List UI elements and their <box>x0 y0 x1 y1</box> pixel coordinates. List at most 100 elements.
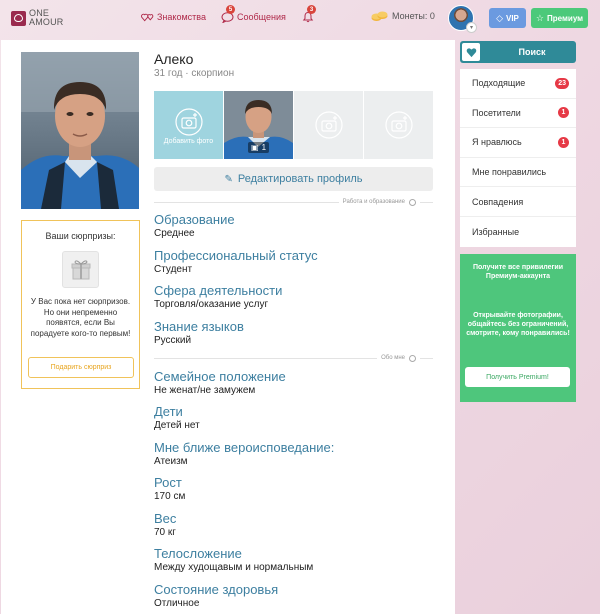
profile-photo[interactable] <box>21 52 139 209</box>
field-label: Сфера деятельности <box>154 283 283 298</box>
field-value: Не женат/не замужем <box>154 385 256 396</box>
nav-dating[interactable]: Знакомства <box>141 11 206 23</box>
section-label-about: Обо мне <box>381 355 405 361</box>
field-value: Отличное <box>154 598 200 609</box>
hearts-icon <box>141 13 154 22</box>
field-marital: Семейное положение Не женат/не замужем <box>154 369 286 397</box>
section-label-work: Работа и образование <box>342 199 405 205</box>
person-icon <box>409 354 416 362</box>
field-religion: Мне ближе вероисповедание: Атеизм <box>154 440 334 468</box>
sidebar-item-matching[interactable]: Подходящие 23 <box>460 69 576 99</box>
field-height: Рост 170 см <box>154 475 185 503</box>
field-value: 170 см <box>154 491 186 502</box>
logo-line-2: AMOUR <box>29 17 64 27</box>
profile-card: Ваши сюрпризы: У Вас пока нет сюрпризов.… <box>1 40 455 614</box>
edit-profile-button[interactable]: ✎ Редактировать профиль <box>154 167 433 191</box>
sidebar-menu: Подходящие 23 Посетители 1 Я нравлюсь 1 … <box>460 69 576 247</box>
camera-add-icon <box>314 111 343 139</box>
field-education: Образование Среднее <box>154 212 235 240</box>
photo-count: ▣ 1 <box>248 142 270 153</box>
profile-photo-image <box>21 52 139 209</box>
field-prof-status: Профессиональный статус Студент <box>154 248 318 276</box>
nav-messages[interactable]: 5 Сообщения <box>221 5 286 24</box>
coins-label: Монеты: 0 <box>392 11 435 21</box>
field-value: Русский <box>154 335 192 346</box>
messages-badge: 5 <box>226 5 235 14</box>
site-logo[interactable]: ONE AMOUR <box>11 9 64 27</box>
profile-name: Алеко <box>154 51 194 67</box>
vip-button[interactable]: ◇ VIP <box>489 8 526 28</box>
search-button[interactable]: Поиск <box>460 41 576 63</box>
sidebar-item-label: Подходящие <box>472 78 526 89</box>
message-icon: 5 <box>221 5 235 24</box>
add-photo-tile[interactable]: Добавить фото <box>154 91 223 159</box>
nav-messages-label: Сообщения <box>237 12 286 22</box>
count-badge: 23 <box>555 77 569 89</box>
star-icon: ☆ <box>535 12 544 23</box>
empty-photo-slot[interactable] <box>294 91 363 159</box>
field-build: Телосложение Между худощавым и нормальны… <box>154 546 313 574</box>
promo-title: Получите все привилегии Премиум-аккаунта <box>472 264 564 280</box>
field-label: Образование <box>154 212 235 227</box>
field-languages: Знание языков Русский <box>154 319 244 347</box>
field-label: Семейное положение <box>154 369 286 384</box>
field-weight: Вес 70 кг <box>154 511 176 539</box>
coins-icon <box>371 11 388 21</box>
sidebar-item-visitors[interactable]: Посетители 1 <box>460 99 576 129</box>
camera-icon: ▣ <box>251 143 259 152</box>
photo-thumbnail[interactable]: ▣ 1 <box>224 91 293 159</box>
field-value: Среднее <box>154 228 195 239</box>
section-divider-work: Работа и образование <box>154 197 433 207</box>
field-label: Знание языков <box>154 319 244 334</box>
logo-heart-icon <box>11 10 26 26</box>
field-label: Профессиональный статус <box>154 248 318 263</box>
photo-count-value: 1 <box>261 143 267 152</box>
field-value: Торговля/оказание услуг <box>154 299 269 310</box>
premium-button[interactable]: ☆ Премиум <box>531 8 588 28</box>
field-label: Дети <box>154 404 183 419</box>
sidebar-item-label: Мне понравились <box>472 167 547 178</box>
camera-add-icon <box>384 111 413 139</box>
diamond-icon: ◇ <box>496 12 503 23</box>
field-label: Рост <box>154 475 182 490</box>
gift-placeholder-icon <box>62 251 99 288</box>
user-avatar[interactable]: ▾ <box>448 5 477 33</box>
sidebar-item-favorites[interactable]: Избранные <box>460 217 576 247</box>
count-badge: 1 <box>558 107 569 119</box>
premium-label: Премиум <box>547 13 584 23</box>
field-value: 70 кг <box>154 527 176 538</box>
field-children: Дети Детей нет <box>154 404 200 432</box>
field-value: Атеизм <box>154 456 188 467</box>
edit-profile-label: Редактировать профиль <box>237 173 363 185</box>
coins-balance[interactable]: Монеты: 0 <box>371 10 435 22</box>
top-header: ONE AMOUR Знакомства 5 Сообщения 3 Монет… <box>0 0 600 38</box>
notifications-badge: 3 <box>307 5 316 14</box>
nav-notifications[interactable]: 3 <box>302 5 318 23</box>
promo-text: Открывайте фотографии, общайтесь без огр… <box>466 312 570 337</box>
sidebar-item-label: Я нравлюсь <box>472 137 522 148</box>
chevron-down-icon[interactable]: ▾ <box>466 22 477 33</box>
sidebar-item-label: Совпадения <box>472 196 524 207</box>
field-value: Детей нет <box>154 420 200 431</box>
count-badge: 1 <box>558 136 569 148</box>
sidebar-item-label: Посетители <box>472 107 521 118</box>
give-surprise-button[interactable]: Подарить сюрприз <box>28 357 134 378</box>
field-label: Телосложение <box>154 546 242 561</box>
vip-label: VIP <box>506 13 519 23</box>
empty-photo-slot[interactable] <box>364 91 433 159</box>
field-label: Состояние здоровья <box>154 582 279 597</box>
field-value: Студент <box>154 264 193 275</box>
surprises-panel: Ваши сюрпризы: У Вас пока нет сюрпризов.… <box>21 220 140 389</box>
field-sphere: Сфера деятельности Торговля/оказание усл… <box>154 283 282 311</box>
sidebar-item-liked-me[interactable]: Я нравлюсь 1 <box>460 128 576 158</box>
sidebar-item-label: Избранные <box>472 226 520 237</box>
field-value: Между худощавым и нормальным <box>154 562 314 573</box>
sidebar-item-matches[interactable]: Совпадения <box>460 187 576 217</box>
get-premium-button[interactable]: Получить Premium! <box>465 367 570 387</box>
surprises-text: У Вас пока нет сюрпризов. Но они непреме… <box>30 297 131 338</box>
pencil-icon: ✎ <box>224 173 233 185</box>
premium-promo-banner: Получите все привилегии Премиум-аккаунта… <box>460 254 576 402</box>
photo-strip: Добавить фото ▣ 1 <box>154 91 434 159</box>
sidebar-item-i-liked[interactable]: Мне понравились <box>460 158 576 188</box>
field-health: Состояние здоровья Отличное <box>154 582 278 610</box>
